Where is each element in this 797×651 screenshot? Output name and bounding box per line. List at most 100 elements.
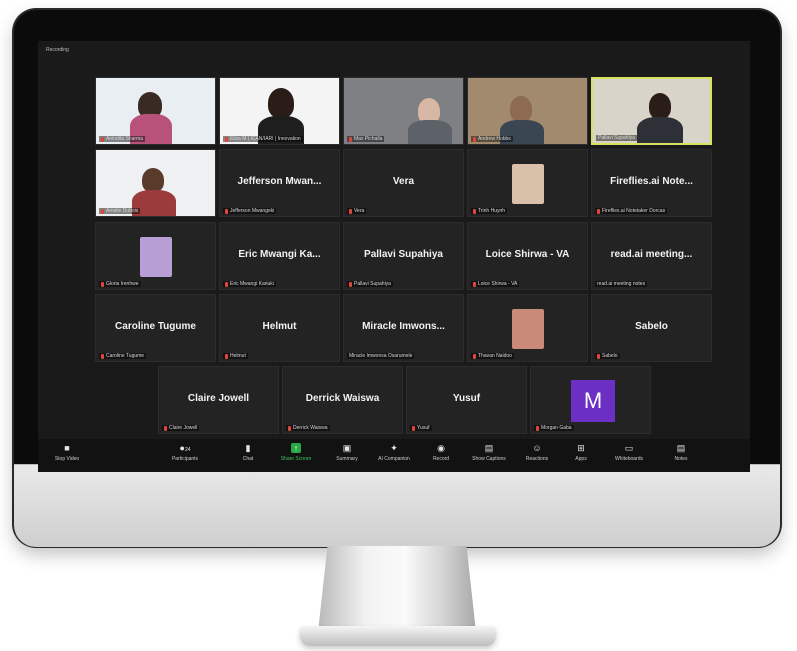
participant-display-name: Derrick Waiswa xyxy=(305,393,380,404)
mic-muted-icon xyxy=(288,425,291,431)
apps-button[interactable]: ⊞ Apps xyxy=(558,443,604,462)
video-tile[interactable]: Amelie Dubois xyxy=(95,149,216,217)
participant-display-name: Jefferson Mwan... xyxy=(237,176,322,187)
sparkle-icon: ✦ xyxy=(390,443,398,453)
participant-name: Eric Mwangi Kariuki xyxy=(223,281,276,287)
participants-button[interactable]: ●24 Participants xyxy=(162,443,208,462)
name-tile[interactable]: Claire Jowell Claire Jowell xyxy=(158,366,279,434)
participant-name: Amelie Dubois xyxy=(99,208,141,214)
mic-muted-icon xyxy=(597,208,600,214)
participant-name: Yusuf xyxy=(410,425,432,431)
photo-tile[interactable]: Gloria Irenhwe xyxy=(95,222,216,290)
share-screen-icon: ↑ xyxy=(291,443,301,453)
video-tile[interactable]: Andrew Hobbs xyxy=(467,77,588,145)
photo-tile[interactable]: Thavan Naidoo xyxy=(467,294,588,362)
participant-display-name: Sabelo xyxy=(635,321,668,332)
name-tile[interactable]: Pallavi Supahiya Pallavi Supahiya xyxy=(343,222,464,290)
name-tile[interactable]: Derrick Waiswa Derrick Waiswa xyxy=(282,366,403,434)
notes-button[interactable]: ▤ Notes xyxy=(658,443,704,462)
monitor-stand-base xyxy=(300,626,496,646)
participant-display-name: Pallavi Supahiya xyxy=(364,249,443,260)
participant-display-name: Helmut xyxy=(262,321,297,332)
mic-muted-icon xyxy=(349,136,352,142)
video-tile[interactable]: Anindita Sharma xyxy=(95,77,216,145)
mic-muted-icon xyxy=(412,425,415,431)
participant-name: Caroline Tugume xyxy=(99,353,147,359)
participant-display-name: Yusuf xyxy=(452,393,481,404)
participant-display-name: Eric Mwangi Ka... xyxy=(238,249,321,260)
participant-name: Eliza M | ICAN/IARI | Innovation xyxy=(223,136,303,142)
participant-name: read.ai meeting notes xyxy=(595,281,648,287)
notes-icon: ▤ xyxy=(676,443,686,453)
mic-muted-icon xyxy=(473,136,476,142)
participant-name: Thavan Naidoo xyxy=(471,353,514,359)
participant-name: Trinh Huynh xyxy=(471,208,508,214)
participant-name: Jefferson Mwangeki xyxy=(223,208,277,214)
name-tile[interactable]: Fireflies.ai Note... Fireflies.ai Noteta… xyxy=(591,149,712,217)
participant-name: Gloria Irenhwe xyxy=(99,281,141,287)
mic-muted-icon xyxy=(349,281,352,287)
video-tile[interactable]: Eliza M | ICAN/IARI | Innovation xyxy=(219,77,340,145)
participant-name: Miracle Imwonsa Osarumele xyxy=(347,353,415,359)
name-tile[interactable]: Vera Vera xyxy=(343,149,464,217)
mic-muted-icon xyxy=(101,353,104,359)
chat-button[interactable]: ▮ Chat xyxy=(225,443,271,462)
name-tile[interactable]: Miracle Imwons... Miracle Imwonsa Osarum… xyxy=(343,294,464,362)
participant-display-name: Vera xyxy=(392,176,415,187)
summary-icon: ▣ xyxy=(342,443,352,453)
participant-name: Fireflies.ai Notetaker Dorcas xyxy=(595,208,668,214)
name-tile[interactable]: Sabelo Sabelo xyxy=(591,294,712,362)
ai-companion-button[interactable]: ✦ AI Companion xyxy=(371,443,417,462)
participant-name: Sabelo xyxy=(595,353,620,359)
mic-muted-icon xyxy=(225,136,228,142)
video-tile[interactable]: Max Pichalla xyxy=(343,77,464,145)
record-button[interactable]: ◉ Record xyxy=(418,443,464,462)
video-camera-icon: ■ xyxy=(64,443,70,453)
whiteboards-button[interactable]: ▭ Whiteboards xyxy=(606,443,652,462)
name-tile[interactable]: Caroline Tugume Caroline Tugume xyxy=(95,294,216,362)
profile-photo xyxy=(140,237,172,277)
photo-tile[interactable]: Trinh Huynh xyxy=(467,149,588,217)
whiteboard-icon: ▭ xyxy=(624,443,634,453)
participant-name: Andrew Hobbs xyxy=(471,136,513,142)
mic-muted-icon xyxy=(101,281,104,287)
participant-name: Vera xyxy=(347,208,367,214)
share-screen-button[interactable]: ↑ Share Screen xyxy=(273,443,319,462)
mic-muted-icon xyxy=(225,353,228,359)
meeting-toolbar: ■ Stop Video ●24 Participants ▮ Chat ↑ S… xyxy=(38,439,750,472)
participant-name: Max Pichalla xyxy=(347,136,385,142)
name-tile[interactable]: Yusuf Yusuf xyxy=(406,366,527,434)
reactions-button[interactable]: ☺ Reactions xyxy=(514,443,560,462)
monitor-stand xyxy=(318,546,476,632)
show-captions-button[interactable]: ▤ Show Captions xyxy=(466,443,512,462)
avatar-tile[interactable]: M Morgan Gaba xyxy=(530,366,651,434)
mic-muted-icon xyxy=(536,425,539,431)
mic-muted-icon xyxy=(164,425,167,431)
participant-display-name: Loice Shirwa - VA xyxy=(485,249,570,260)
name-tile[interactable]: Jefferson Mwan... Jefferson Mwangeki xyxy=(219,149,340,217)
mic-muted-icon xyxy=(473,353,476,359)
mic-muted-icon xyxy=(349,208,352,214)
mic-muted-icon xyxy=(473,208,476,214)
name-tile[interactable]: Helmut Helmut xyxy=(219,294,340,362)
profile-photo xyxy=(512,309,544,349)
video-tile-active-speaker[interactable]: Pallavi Supahiya xyxy=(591,77,712,145)
profile-photo xyxy=(512,164,544,204)
name-tile[interactable]: read.ai meeting... read.ai meeting notes xyxy=(591,222,712,290)
participants-icon: ●24 xyxy=(179,443,191,453)
stop-video-button[interactable]: ■ Stop Video xyxy=(44,443,90,462)
participant-name: Pallavi Supahiya xyxy=(596,135,637,141)
summary-button[interactable]: ▣ Summary xyxy=(324,443,370,462)
monitor-chin xyxy=(14,464,780,547)
name-tile[interactable]: Loice Shirwa - VA Loice Shirwa - VA xyxy=(467,222,588,290)
mic-muted-icon xyxy=(101,208,104,214)
participant-name: Helmut xyxy=(223,353,248,359)
participant-name: Loice Shirwa - VA xyxy=(471,281,520,287)
name-tile[interactable]: Eric Mwangi Ka... Eric Mwangi Kariuki xyxy=(219,222,340,290)
participant-name: Derrick Waiswa xyxy=(286,425,330,431)
reactions-icon: ☺ xyxy=(532,443,542,453)
apps-icon: ⊞ xyxy=(577,443,585,453)
participant-display-name: Claire Jowell xyxy=(187,393,250,404)
mic-muted-icon xyxy=(225,281,228,287)
avatar: M xyxy=(571,380,615,422)
